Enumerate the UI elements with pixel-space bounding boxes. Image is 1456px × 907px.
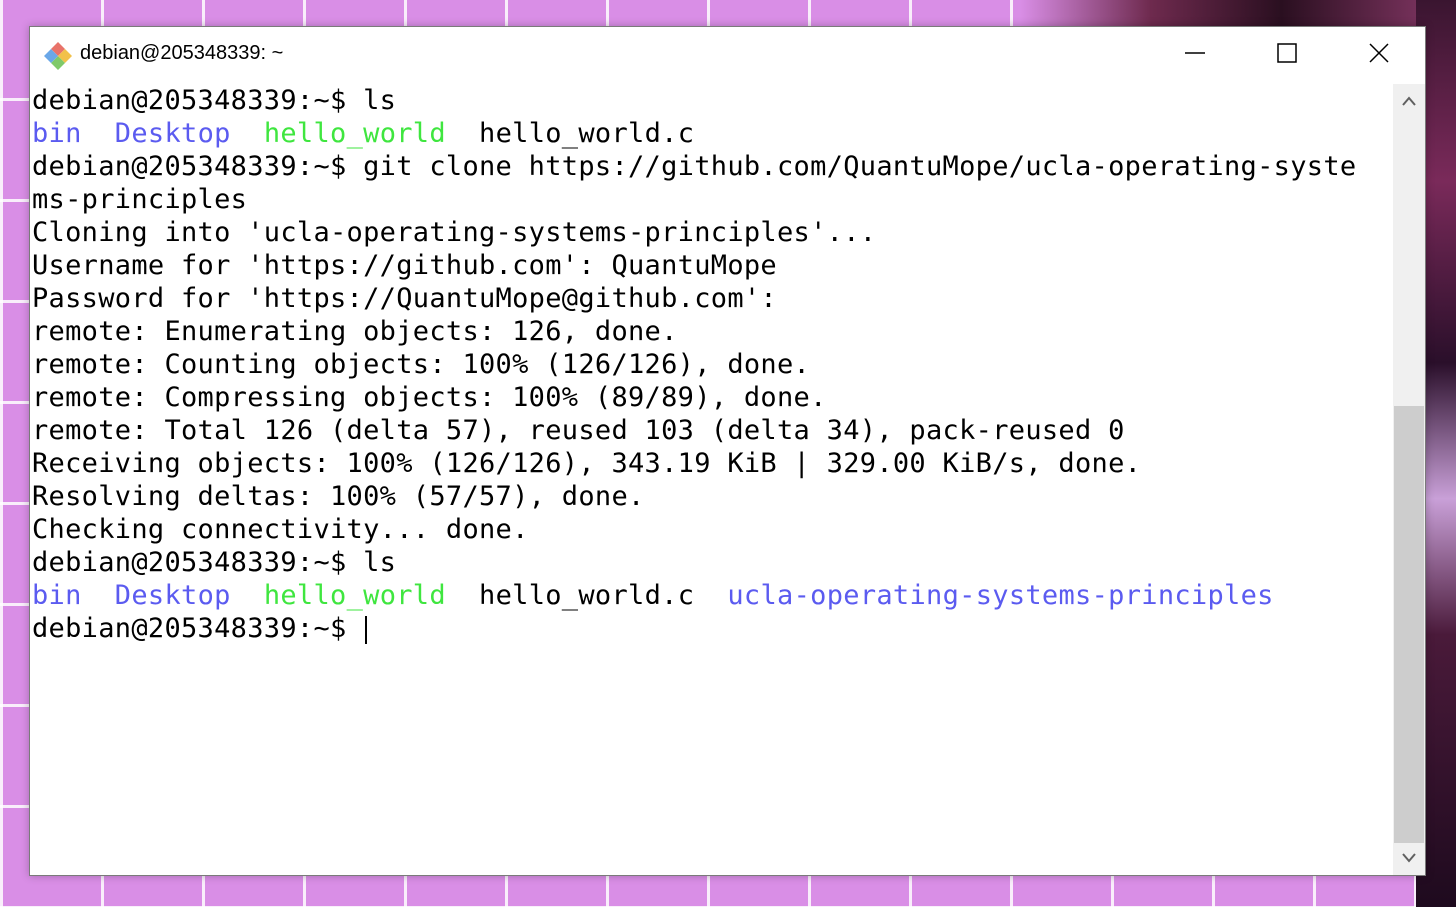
terminal-line: bin Desktop hello_world hello_world.c uc… — [32, 579, 1392, 612]
terminal-line: debian@205348339:~$ git clone https://gi… — [32, 150, 1392, 183]
vertical-scrollbar[interactable] — [1393, 84, 1425, 875]
scroll-down-button[interactable] — [1393, 843, 1425, 873]
terminal-text-segment: hello_world — [263, 580, 446, 611]
terminal-line: Cloning into 'ucla-operating-systems-pri… — [32, 216, 1392, 249]
minimize-icon — [1185, 52, 1205, 54]
terminal-text-segment: Username for 'https://github.com': Quant… — [32, 250, 777, 281]
terminal-window: debian@205348339: ~ debian@205348339:~$ … — [29, 26, 1426, 876]
terminal-line: remote: Compressing objects: 100% (89/89… — [32, 381, 1392, 414]
close-icon — [1369, 43, 1389, 63]
terminal-output[interactable]: debian@205348339:~$ ls bin Desktop hello_… — [32, 84, 1392, 875]
terminal-text-segment: remote: Compressing objects: 100% (89/89… — [32, 382, 827, 413]
terminal-line: remote: Enumerating objects: 126, done. — [32, 315, 1392, 348]
terminal-text-segment: Cloning into 'ucla-operating-systems-pri… — [32, 217, 877, 248]
terminal-line: Receiving objects: 100% (126/126), 343.1… — [32, 447, 1392, 480]
terminal-text-segment: hello_world.c — [445, 580, 728, 611]
terminal-text-segment: Desktop — [114, 580, 231, 611]
terminal-line: debian@205348339:~$ ls — [32, 546, 1392, 579]
terminal-text-segment: Password for 'https://QuantuMope@github.… — [32, 283, 777, 314]
terminal-text-segment: remote: Counting objects: 100% (126/126)… — [32, 349, 811, 380]
terminal-text-segment: ucla-operating-systems-principles — [727, 580, 1274, 611]
terminal-line: Username for 'https://github.com': Quant… — [32, 249, 1392, 282]
minimize-button[interactable] — [1149, 27, 1241, 79]
terminal-line: bin Desktop hello_world hello_world.c — [32, 117, 1392, 150]
terminal-text-segment: Receiving objects: 100% (126/126), 343.1… — [32, 448, 1142, 479]
terminal-line: Resolving deltas: 100% (57/57), done. — [32, 480, 1392, 513]
terminal-line: debian@205348339:~$ — [32, 612, 1392, 645]
terminal-text-segment: debian@205348339:~$ ls — [32, 85, 397, 116]
terminal-text-segment: Checking connectivity... done. — [32, 514, 529, 545]
terminal-text-segment: Desktop — [114, 118, 231, 149]
git-diamond-icon — [42, 40, 74, 72]
terminal-line: Password for 'https://QuantuMope@github.… — [32, 282, 1392, 315]
terminal-text-segment: remote: Total 126 (delta 57), reused 103… — [32, 415, 1125, 446]
terminal-text-segment: Resolving deltas: 100% (57/57), done. — [32, 481, 645, 512]
terminal-text-segment: hello_world — [263, 118, 446, 149]
terminal-line: ms-principles — [32, 183, 1392, 216]
text-cursor — [365, 615, 368, 644]
terminal-text-segment: remote: Enumerating objects: 126, done. — [32, 316, 678, 347]
terminal-text-segment: bin — [32, 580, 82, 611]
terminal-text-segment: bin — [32, 118, 82, 149]
terminal-text-segment: ms-principles — [32, 184, 248, 215]
scroll-up-button[interactable] — [1393, 86, 1425, 116]
terminal-line: remote: Total 126 (delta 57), reused 103… — [32, 414, 1392, 447]
terminal-text-segment: debian@205348339:~$ git clone https://gi… — [32, 151, 1357, 182]
window-title: debian@205348339: ~ — [80, 42, 284, 64]
maximize-button[interactable] — [1241, 27, 1333, 79]
terminal-line: remote: Counting objects: 100% (126/126)… — [32, 348, 1392, 381]
chevron-up-icon — [1402, 96, 1416, 106]
terminal-line: debian@205348339:~$ ls — [32, 84, 1392, 117]
scrollbar-thumb[interactable] — [1394, 406, 1424, 843]
terminal-text-segment: debian@205348339:~$ ls — [32, 547, 397, 578]
terminal-line: Checking connectivity... done. — [32, 513, 1392, 546]
terminal-text-segment: debian@205348339:~$ — [32, 613, 364, 644]
maximize-icon — [1277, 43, 1297, 63]
close-button[interactable] — [1333, 27, 1425, 79]
wallpaper-art-top — [1020, 0, 1456, 28]
chevron-down-icon — [1402, 853, 1416, 863]
terminal-text-segment: hello_world.c — [445, 118, 695, 149]
title-bar[interactable]: debian@205348339: ~ — [30, 27, 1425, 83]
